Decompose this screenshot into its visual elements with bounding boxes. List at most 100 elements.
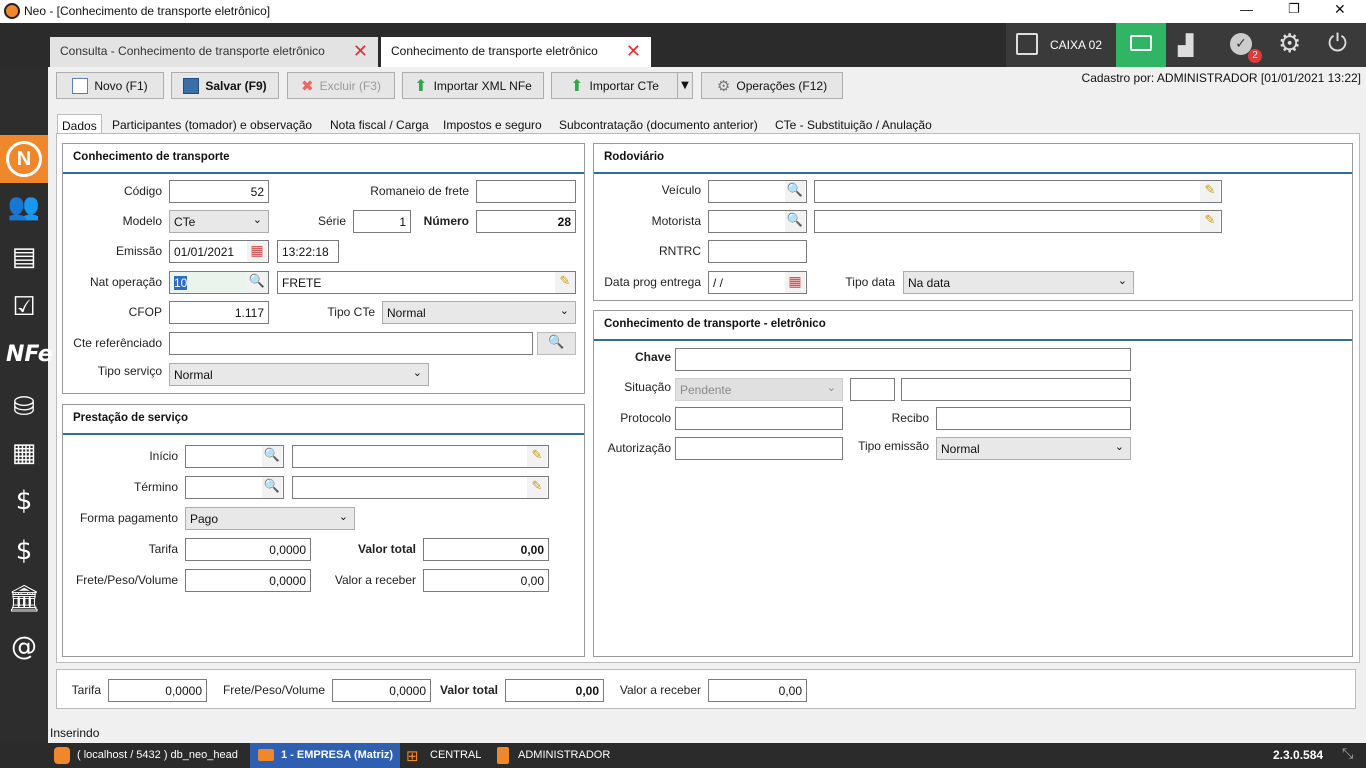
natop-desc-input[interactable]: FRETE <box>277 271 576 294</box>
close-window-button[interactable]: ✕ <box>1334 2 1346 18</box>
operacoes-button[interactable]: ⚙ Operações (F12) <box>701 72 843 99</box>
tab-consulta[interactable]: Consulta - Conhecimento de transporte el… <box>50 37 378 67</box>
importar-xml-button[interactable]: ⬆ Importar XML NFe <box>402 72 544 99</box>
cfop-input[interactable]: 1.117 <box>169 301 269 324</box>
power-icon[interactable]: ⏻ <box>1328 29 1347 57</box>
checklist-add-icon[interactable]: ☑ <box>6 289 42 325</box>
close-tab-icon[interactable]: ✕ <box>626 41 641 62</box>
edit-pencil-icon[interactable]: ✎ <box>527 477 547 498</box>
excluir-button[interactable]: ✖ Excluir (F3) <box>287 72 395 99</box>
total-frete-input[interactable]: 0,0000 <box>332 679 431 702</box>
close-tab-icon[interactable]: ✕ <box>353 41 368 62</box>
autorizacao-input[interactable] <box>675 437 843 460</box>
situacao-select[interactable]: Pendente ⌄ <box>675 378 843 401</box>
total-valortotal-input[interactable]: 0,00 <box>505 679 604 702</box>
chevron-down-icon: ⌄ <box>412 366 422 379</box>
edit-pencil-icon[interactable]: ✎ <box>555 272 575 293</box>
empresa-badge[interactable]: 1 - EMPRESA (Matriz) <box>250 743 400 768</box>
termino-desc-input[interactable] <box>292 476 549 499</box>
tipoemissao-select[interactable]: Normal ⌄ <box>936 437 1131 460</box>
bank-icon[interactable]: 🏛 <box>6 581 42 617</box>
calendar-icon[interactable]: ▦ <box>247 241 267 262</box>
recibo-input[interactable] <box>936 407 1131 430</box>
chevron-down-icon: ⌄ <box>559 304 569 317</box>
search-icon[interactable]: 🔍 <box>262 477 282 498</box>
situacao-code-input[interactable] <box>850 378 895 401</box>
caixa-label[interactable]: CAIXA 02 <box>1050 38 1102 52</box>
contacts-icon[interactable]: @ <box>6 629 42 665</box>
panel-prestacao: Prestação de serviço <box>62 404 585 657</box>
situacao-label: Situação <box>624 380 671 394</box>
tab-nota-fiscal[interactable]: Nota fiscal / Carga <box>325 114 434 134</box>
importar-cte-button[interactable]: ⬆ Importar CTe <box>551 72 678 99</box>
novo-button[interactable]: Novo (F1) <box>56 72 164 99</box>
cash-register-icon[interactable] <box>1016 33 1038 55</box>
chart-icon[interactable]: ▟ <box>1178 33 1204 57</box>
inicio-desc-input[interactable] <box>292 445 549 468</box>
save-icon <box>183 77 200 94</box>
tab-label: Consulta - Conhecimento de transporte el… <box>60 44 325 58</box>
cteref-input[interactable] <box>169 332 533 355</box>
total-valorrec-input[interactable]: 0,00 <box>708 679 807 702</box>
money-plus-icon[interactable]: $ <box>6 533 42 569</box>
resize-grip-icon[interactable]: ⤡ <box>1342 746 1353 762</box>
search-icon[interactable]: 🔍 <box>247 272 267 293</box>
situacao-desc-input[interactable] <box>901 378 1131 401</box>
salvar-button[interactable]: Salvar (F9) <box>171 72 279 99</box>
money-minus-icon[interactable]: $ <box>6 483 42 519</box>
rntrc-input[interactable] <box>708 240 807 263</box>
nfe-icon[interactable]: NFe <box>6 337 53 373</box>
tab-subcontratacao[interactable]: Subcontratação (documento anterior) <box>554 114 763 134</box>
tab-substituicao[interactable]: CTe - Substituição / Anulação <box>770 114 937 134</box>
restore-button[interactable]: ❐ <box>1288 2 1300 17</box>
search-icon[interactable]: 🔍 <box>785 181 805 202</box>
protocolo-input[interactable] <box>675 407 843 430</box>
valorrec-input[interactable]: 0,00 <box>423 569 549 592</box>
tab-impostos[interactable]: Impostos e seguro <box>438 114 547 134</box>
veiculo-desc-input[interactable] <box>814 180 1222 203</box>
tarifa-input[interactable]: 0,0000 <box>185 538 311 561</box>
arrow-up-icon: ⬆ <box>414 76 428 95</box>
chave-input[interactable] <box>675 348 1131 371</box>
panel-title: Prestação de serviço <box>73 412 189 424</box>
importar-cte-dropdown[interactable]: ▼ <box>677 72 693 99</box>
users-icon[interactable]: 👥 <box>6 189 42 225</box>
monitor-button[interactable] <box>1116 23 1166 67</box>
tipodata-value: Na data <box>908 276 951 290</box>
cash-register-side-icon[interactable]: ▦ <box>6 435 42 471</box>
valorrec-label: Valor a receber <box>334 573 416 587</box>
neo-logo-icon[interactable]: N <box>0 135 48 183</box>
tiposerv-select[interactable]: Normal ⌄ <box>169 363 429 386</box>
tipodata-select[interactable]: Na data ⌄ <box>903 271 1134 294</box>
calendar-icon[interactable]: ▦ <box>785 272 805 293</box>
formapag-select[interactable]: Pago ⌄ <box>185 507 355 530</box>
valortotal-input[interactable]: 0,00 <box>423 538 549 561</box>
tab-participantes[interactable]: Participantes (tomador) e observação <box>107 114 317 134</box>
register-box-icon[interactable]: ▤ <box>6 239 42 275</box>
numero-input[interactable]: 28 <box>476 210 576 233</box>
codigo-input[interactable]: 52 <box>169 180 269 203</box>
search-icon[interactable]: 🔍 <box>785 211 805 232</box>
tab-conhecimento[interactable]: Conhecimento de transporte eletrônico ✕ <box>381 37 651 67</box>
frete-input[interactable]: 0,0000 <box>185 569 311 592</box>
tipocte-select[interactable]: Normal ⌄ <box>382 301 576 324</box>
emissao-time-input[interactable]: 13:22:18 <box>277 240 339 263</box>
minimize-button[interactable]: — <box>1240 2 1253 17</box>
search-icon[interactable]: 🔍 <box>262 446 282 467</box>
modelo-select[interactable]: CTe ⌄ <box>169 210 269 233</box>
basket-icon[interactable]: ⛁ <box>6 389 42 425</box>
edit-pencil-icon[interactable]: ✎ <box>1200 211 1220 232</box>
total-tarifa-input[interactable]: 0,0000 <box>108 679 207 702</box>
user-icon <box>497 747 509 764</box>
inicio-label: Início <box>149 449 178 463</box>
edit-pencil-icon[interactable]: ✎ <box>1200 181 1220 202</box>
motorista-desc-input[interactable] <box>814 210 1222 233</box>
gear-icon[interactable]: ⚙ <box>1278 29 1301 59</box>
search-button[interactable]: 🔍 <box>537 332 576 355</box>
divider <box>63 172 584 174</box>
formapag-value: Pago <box>190 512 219 526</box>
romaneio-input[interactable] <box>476 180 576 203</box>
edit-pencil-icon[interactable]: ✎ <box>527 446 547 467</box>
user-label: ADMINISTRADOR <box>518 749 611 761</box>
tab-label: Conhecimento de transporte eletrônico <box>391 44 598 58</box>
